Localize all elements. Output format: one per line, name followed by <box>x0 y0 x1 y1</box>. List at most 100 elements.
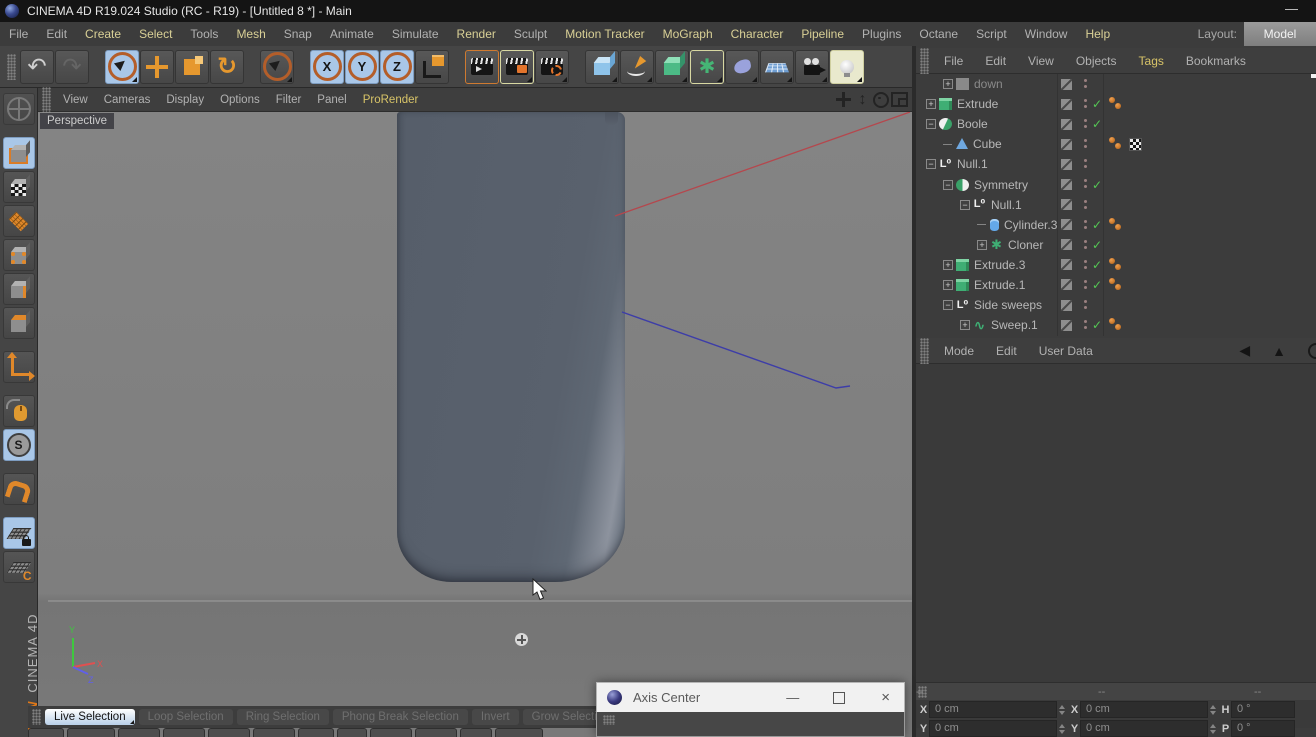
layer-toggle[interactable] <box>1061 139 1072 150</box>
layer-toggle[interactable] <box>1061 79 1072 90</box>
menu-item-edit[interactable]: Edit <box>974 49 1017 73</box>
menu-item-render[interactable]: Render <box>448 22 505 46</box>
object-tag-icons[interactable] <box>1109 258 1123 272</box>
menu-item-create[interactable]: Create <box>76 22 130 46</box>
edges-mode-button[interactable] <box>3 273 35 305</box>
tree-row-side-sweeps[interactable]: −L⁰Side sweeps <box>916 295 1316 315</box>
render-settings-button[interactable] <box>535 50 569 84</box>
toggle-views-icon[interactable] <box>891 92 908 107</box>
visibility-dots[interactable] <box>1084 159 1087 162</box>
snap-settings-button[interactable]: S <box>3 429 35 461</box>
enabled-checkmark-icon[interactable]: ✓ <box>1092 97 1102 111</box>
menu-item-mesh[interactable]: Mesh <box>227 22 274 46</box>
menu-item-objects[interactable]: Objects <box>1065 49 1128 73</box>
tree-row-extrude[interactable]: +Extrude✓ <box>916 94 1316 114</box>
last-tool-button[interactable] <box>260 50 294 84</box>
menu-item-mode[interactable]: Mode <box>933 339 985 363</box>
menu-item-bookmarks[interactable]: Bookmarks <box>1175 49 1257 73</box>
palette-button-partial[interactable] <box>337 728 367 737</box>
menu-item-options[interactable]: Options <box>212 88 268 112</box>
tree-row-extrude-1[interactable]: +Extrude.1✓ <box>916 275 1316 295</box>
menu-item-select[interactable]: Select <box>130 22 181 46</box>
collapse-toggle-icon[interactable]: − <box>926 159 936 169</box>
visibility-dots[interactable] <box>1084 79 1087 82</box>
object-tag-icons[interactable] <box>1109 278 1123 292</box>
scale-button[interactable] <box>175 50 209 84</box>
enabled-checkmark-icon[interactable]: ✓ <box>1092 238 1102 252</box>
enable-axis-button[interactable] <box>3 351 35 383</box>
menu-item-script[interactable]: Script <box>967 22 1016 46</box>
menu-item-sculpt[interactable]: Sculpt <box>505 22 556 46</box>
palette-tab-loop-selection[interactable]: Loop Selection <box>139 709 233 725</box>
palette-button-partial[interactable] <box>67 728 115 737</box>
visibility-dots[interactable] <box>1084 300 1087 303</box>
menu-item-view[interactable]: View <box>1017 49 1065 73</box>
mograph-cloner-button[interactable] <box>690 50 724 84</box>
object-tag-icons[interactable] <box>1109 97 1123 111</box>
history-up-icon[interactable] <box>1272 343 1286 359</box>
deformer-button[interactable] <box>725 50 759 84</box>
tree-row-boole[interactable]: −Boole✓ <box>916 114 1316 134</box>
object-tag-icons[interactable] <box>1109 218 1123 232</box>
palette-button-partial[interactable] <box>460 728 492 737</box>
locked-workplane-button[interactable] <box>3 517 35 549</box>
polygons-mode-button[interactable] <box>3 307 35 339</box>
menu-item-window[interactable]: Window <box>1016 22 1077 46</box>
y-axis-lock-button[interactable]: Y <box>345 50 379 84</box>
palette-grip-left[interactable] <box>32 709 41 725</box>
enable-snap-button[interactable] <box>3 473 35 505</box>
palette-button-partial[interactable] <box>253 728 295 737</box>
tree-row-cylinder-3[interactable]: Cylinder.3✓ <box>916 215 1316 235</box>
dialog-grip[interactable] <box>603 715 615 725</box>
menu-item-simulate[interactable]: Simulate <box>383 22 448 46</box>
palette-tab-phong-break-selection[interactable]: Phong Break Selection <box>333 709 468 725</box>
coordinate-input[interactable]: 0 cm <box>1080 701 1208 718</box>
dialog-maximize-button[interactable] <box>833 692 845 704</box>
move-button[interactable] <box>140 50 174 84</box>
palette-button-partial[interactable] <box>298 728 334 737</box>
tree-row-symmetry[interactable]: −Symmetry✓ <box>916 174 1316 194</box>
tree-row-cloner[interactable]: +✱Cloner✓ <box>916 235 1316 255</box>
camera-button[interactable] <box>795 50 829 84</box>
stepper-icon[interactable] <box>1059 705 1065 715</box>
window-minimize-button[interactable]: — <box>1285 1 1298 16</box>
texture-mode-button[interactable] <box>3 171 35 203</box>
menu-item-octane[interactable]: Octane <box>910 22 967 46</box>
menu-item-snap[interactable]: Snap <box>275 22 321 46</box>
undo-button[interactable] <box>20 50 54 84</box>
tree-row-extrude-3[interactable]: +Extrude.3✓ <box>916 255 1316 275</box>
spline-pen-button[interactable] <box>620 50 654 84</box>
menu-item-view[interactable]: View <box>55 88 96 112</box>
palette-tab-live-selection[interactable]: Live Selection <box>45 709 135 725</box>
palette-button-partial[interactable] <box>370 728 412 737</box>
menu-item-prorender[interactable]: ProRender <box>355 88 427 112</box>
menu-item-edit[interactable]: Edit <box>985 339 1028 363</box>
z-axis-lock-button[interactable]: Z <box>380 50 414 84</box>
object-manager-grip[interactable] <box>920 48 929 74</box>
palette-tab-ring-selection[interactable]: Ring Selection <box>237 709 329 725</box>
layer-toggle[interactable] <box>1061 239 1072 250</box>
zoom-icon[interactable] <box>854 91 871 108</box>
menu-item-edit[interactable]: Edit <box>37 22 76 46</box>
generators-button[interactable] <box>655 50 689 84</box>
attribute-manager-grip[interactable] <box>920 338 929 364</box>
menu-item-user-data[interactable]: User Data <box>1028 339 1104 363</box>
dialog-close-button[interactable]: × <box>881 689 890 706</box>
visibility-dots[interactable] <box>1084 280 1087 283</box>
coordinate-input[interactable]: 0 cm <box>929 720 1057 737</box>
collapse-toggle-icon[interactable]: − <box>943 180 953 190</box>
render-picture-viewer-button[interactable] <box>500 50 534 84</box>
enabled-checkmark-icon[interactable]: ✓ <box>1092 318 1102 332</box>
visibility-dots[interactable] <box>1084 139 1087 142</box>
visibility-dots[interactable] <box>1084 260 1087 263</box>
menu-item-cameras[interactable]: Cameras <box>96 88 159 112</box>
menu-item-filter[interactable]: Filter <box>268 88 310 112</box>
object-tag-icons[interactable] <box>1109 318 1123 332</box>
dialog-minimize-button[interactable]: — <box>786 690 799 705</box>
menu-item-motion-tracker[interactable]: Motion Tracker <box>556 22 653 46</box>
collapse-toggle-icon[interactable]: − <box>943 300 953 310</box>
palette-button-partial[interactable] <box>495 728 543 737</box>
x-axis-lock-button[interactable]: X <box>310 50 344 84</box>
menu-item-display[interactable]: Display <box>158 88 212 112</box>
object-tag-icons[interactable] <box>1109 137 1123 151</box>
